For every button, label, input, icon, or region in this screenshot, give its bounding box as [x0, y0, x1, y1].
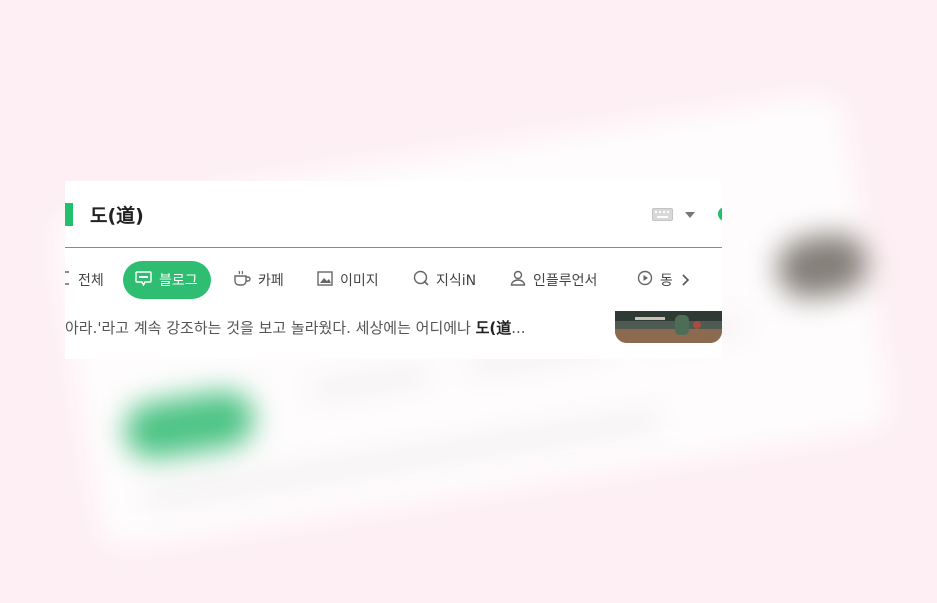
tab-video[interactable]: 동	[637, 261, 672, 299]
cafe-icon	[233, 270, 251, 290]
category-tabs: 전체 블로그 카페 이미지 지식iN 인플루언서 동	[65, 261, 722, 299]
search-result-card: 도(道) 전체 블로그 카페 이미지 지식iN 인플루언서 동 아라.'라고 계…	[65, 181, 722, 359]
tab-label: 이미지	[340, 273, 379, 289]
video-icon	[637, 270, 653, 290]
tab-image[interactable]: 이미지	[317, 261, 379, 299]
screenshot-stage: 도(道) 전체 블로그 카페 이미지 지식iN 인플루언서 동 아라.'라고 계…	[0, 0, 937, 603]
tab-label: 동	[660, 273, 672, 289]
tab-blog[interactable]: 블로그	[123, 261, 211, 299]
cut-off-text-line	[65, 303, 605, 311]
all-icon	[65, 271, 71, 289]
search-accent-bar	[65, 203, 73, 226]
search-bar[interactable]: 도(道)	[65, 181, 722, 247]
chevron-down-icon[interactable]	[685, 212, 695, 218]
search-query[interactable]: 도(道)	[90, 201, 144, 228]
tab-knowledge-in[interactable]: 지식iN	[413, 261, 476, 299]
tab-cafe[interactable]: 카페	[233, 261, 284, 299]
result-snippet[interactable]: 아라.'라고 계속 강조하는 것을 보고 놀라웠다. 세상에는 어디에나 도(道…	[65, 317, 605, 341]
snippet-highlight: 도(道	[475, 319, 512, 337]
image-icon	[317, 270, 333, 290]
snippet-ellipsis: ...	[511, 319, 526, 337]
tab-label: 블로그	[159, 273, 198, 289]
influencer-icon	[510, 270, 526, 290]
tab-label: 지식iN	[436, 273, 477, 289]
tab-all[interactable]: 전체	[65, 261, 104, 299]
tab-label: 인플루언서	[533, 273, 598, 289]
knowledge-icon	[413, 270, 429, 290]
chevron-right-icon[interactable]	[677, 272, 693, 288]
search-submit-button[interactable]	[718, 207, 722, 221]
search-divider	[65, 247, 722, 248]
tab-label: 전체	[78, 273, 104, 289]
snippet-text: 아라.'라고 계속 강조하는 것을 보고 놀라웠다. 세상에는 어디에나	[65, 319, 476, 337]
keyboard-icon[interactable]	[652, 208, 673, 221]
result-thumbnail[interactable]	[615, 311, 722, 343]
blog-icon	[135, 270, 152, 290]
tab-label: 카페	[258, 273, 284, 289]
tab-influencer[interactable]: 인플루언서	[510, 261, 597, 299]
